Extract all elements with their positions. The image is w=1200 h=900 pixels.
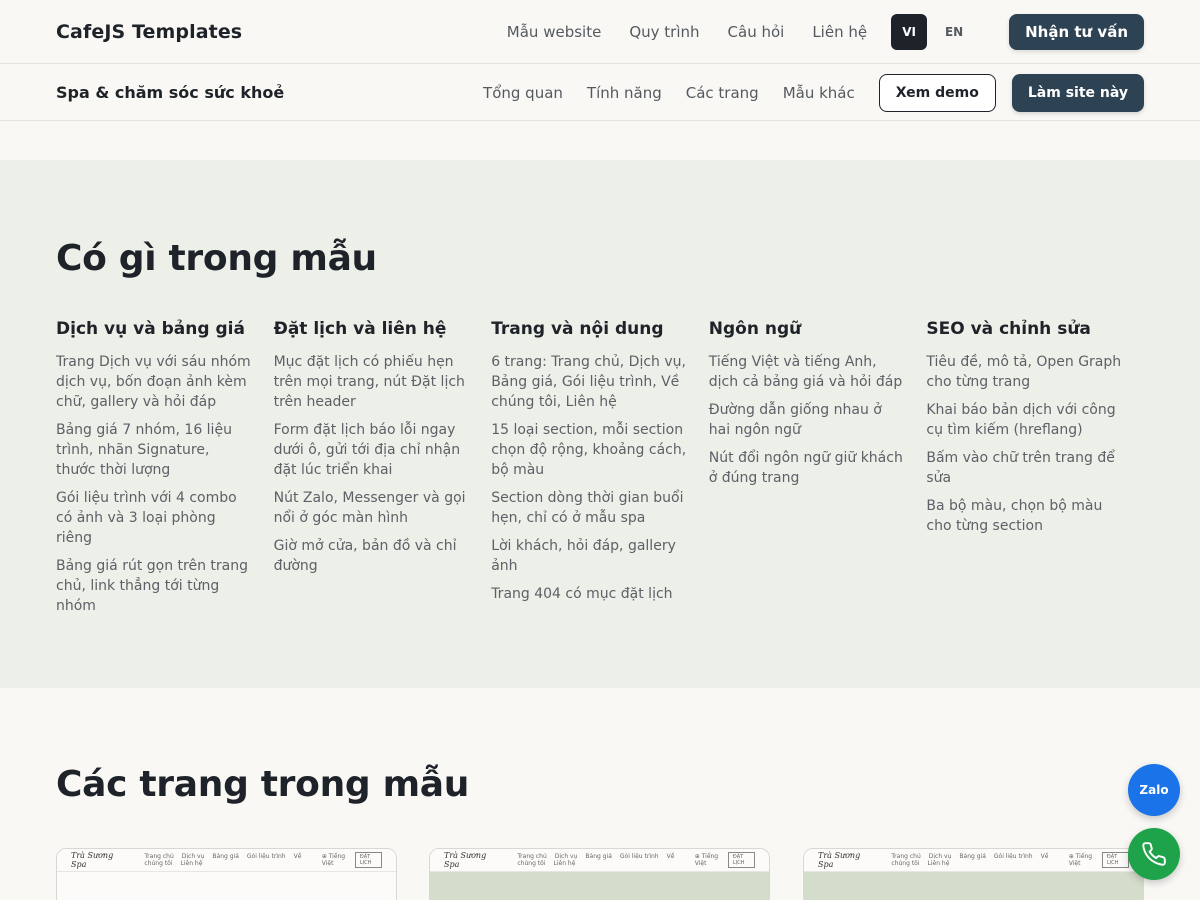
feature-item: Bấm vào chữ trên trang để sửa bbox=[926, 450, 1115, 486]
thumbnail-book-button: ĐẶT LỊCH bbox=[1101, 852, 1129, 868]
thumbnail-nav: Trang chủ Dịch vụ Bảng giá Gói liệu trình Về… bbox=[891, 853, 1068, 867]
lang-vi-button[interactable]: VI bbox=[891, 13, 928, 50]
call-float-button[interactable] bbox=[1128, 828, 1180, 880]
lang-en-button[interactable]: EN bbox=[936, 14, 972, 50]
feature-heading: Trang và nội dung bbox=[491, 319, 664, 339]
thumbnail-nav-item: Gói liệu trình bbox=[619, 853, 659, 860]
thumbnail-nav-item: Bảng giá bbox=[959, 853, 986, 860]
subnav-other-templates[interactable]: Mẫu khác bbox=[783, 84, 855, 102]
main-nav: Mẫu website Quy trình Câu hỏi Liên hệ bbox=[507, 23, 867, 41]
view-demo-button[interactable]: Xem demo bbox=[878, 73, 996, 112]
feature-item: Trang 404 có mục đặt lịch bbox=[491, 586, 673, 602]
feature-item: Nút Zalo, Messenger và gọi nổi ở góc màn… bbox=[273, 490, 466, 526]
feature-item: Mục đặt lịch có phiếu hẹn trên mọi trang… bbox=[273, 354, 465, 410]
feature-item: Trang Dịch vụ với sáu nhóm dịch vụ, bốn … bbox=[56, 354, 251, 410]
thumbnail-logo: Trà Sương Spa bbox=[71, 851, 114, 869]
feature-column-booking: Đặt lịch và liên hệ Mục đặt lịch có phiế… bbox=[274, 319, 492, 624]
feature-item: Form đặt lịch báo lỗi ngay dưới ô, gửi t… bbox=[273, 422, 461, 478]
nav-link-process[interactable]: Quy trình bbox=[629, 23, 699, 41]
features-columns: Dịch vụ và bảng giá Trang Dịch vụ với sá… bbox=[56, 319, 1144, 624]
thumbnail-nav-item: Bảng giá bbox=[212, 853, 239, 860]
page-thumbnail-services[interactable]: Trà Sương Spa Trang chủ Dịch vụ Bảng giá Gó… bbox=[429, 848, 770, 900]
brand-logo[interactable]: CafeJS Templates bbox=[56, 21, 242, 43]
feature-item: Ba bộ màu, chọn bộ màu cho từng section bbox=[926, 498, 1103, 534]
subnav-overview[interactable]: Tổng quan bbox=[483, 84, 563, 102]
thumbnail-logo: Trà Sương Spa bbox=[444, 851, 487, 869]
thumbnail-body bbox=[430, 872, 769, 900]
feature-item: Gói liệu trình với 4 combo có ảnh và 3 l… bbox=[56, 490, 237, 546]
thumbnail-nav: Trang chủ Dịch vụ Bảng giá Gói liệu trình Về… bbox=[517, 853, 694, 867]
feature-column-language: Ngôn ngữ Tiếng Việt và tiếng Anh, dịch c… bbox=[709, 319, 927, 624]
features-title: Có gì trong mẫu bbox=[56, 238, 377, 279]
feature-item: 6 trang: Trang chủ, Dịch vụ, Bảng giá, G… bbox=[491, 354, 686, 410]
feature-item: Bảng giá rút gọn trên trang chủ, link th… bbox=[56, 558, 249, 614]
feature-item: Nút đổi ngôn ngữ giữ khách ở đúng trang bbox=[708, 450, 903, 486]
feature-item: Tiếng Việt và tiếng Anh, dịch cả bảng gi… bbox=[708, 354, 903, 390]
thumbnail-lang: ⊕ Tiếng Việt bbox=[321, 853, 346, 867]
thumbnail-nav-item: Dịch vụ bbox=[181, 853, 205, 860]
thumbnail-nav-item: Liên hệ bbox=[180, 860, 203, 867]
thumbnail-book-button: ĐẶT LỊCH bbox=[727, 852, 755, 868]
thumbnail-header: Trà Sương Spa Trang chủ Dịch vụ Bảng giá Gó… bbox=[804, 849, 1143, 872]
subnav-pages[interactable]: Các trang bbox=[686, 84, 759, 102]
subnav-links: Tổng quan Tính năng Các trang Mẫu khác X… bbox=[483, 73, 1144, 112]
feature-heading: Dịch vụ và bảng giá bbox=[56, 319, 245, 339]
thumbnail-actions: ⊕ Tiếng Việt ĐẶT LỊCH bbox=[695, 852, 755, 868]
thumbnail-nav-item: Liên hệ bbox=[553, 860, 576, 867]
thumbnail-book-button: ĐẶT LỊCH bbox=[354, 852, 382, 868]
thumbnail-logo: Trà Sương Spa bbox=[818, 851, 861, 869]
page-thumbnail-home[interactable]: Trà Sương Spa Trang chủ Dịch vụ Bảng giá Gó… bbox=[56, 848, 397, 900]
zalo-float-button[interactable]: Zalo bbox=[1128, 764, 1180, 816]
nav-link-contact[interactable]: Liên hệ bbox=[812, 23, 867, 41]
thumbnail-nav-item: Trang chủ bbox=[517, 853, 547, 860]
thumbnail-nav-item: Bảng giá bbox=[585, 853, 612, 860]
feature-heading: SEO và chỉnh sửa bbox=[926, 319, 1091, 339]
thumbnail-nav-item: Trang chủ bbox=[891, 853, 921, 860]
thumbnail-body bbox=[804, 872, 1143, 900]
consult-button[interactable]: Nhận tư vấn bbox=[1009, 13, 1144, 50]
feature-column-pages: Trang và nội dung 6 trang: Trang chủ, Dị… bbox=[491, 319, 709, 624]
build-site-button[interactable]: Làm site này bbox=[1011, 73, 1144, 112]
thumbnail-body bbox=[57, 872, 396, 900]
feature-item: Lời khách, hỏi đáp, gallery ảnh bbox=[491, 538, 676, 574]
thumbnail-actions: ⊕ Tiếng Việt ĐẶT LỊCH bbox=[322, 852, 382, 868]
thumbnail-nav-item: Gói liệu trình bbox=[993, 853, 1033, 860]
pages-section-title: Các trang trong mẫu bbox=[56, 764, 470, 805]
features-section: Có gì trong mẫu Dịch vụ và bảng giá Tran… bbox=[0, 160, 1200, 688]
template-title: Spa & chăm sóc sức khoẻ bbox=[56, 83, 285, 102]
page-thumbnail-pricing[interactable]: Trà Sương Spa Trang chủ Dịch vụ Bảng giá Gó… bbox=[803, 848, 1144, 900]
subnav-features[interactable]: Tính năng bbox=[587, 84, 662, 102]
phone-icon bbox=[1142, 842, 1166, 866]
feature-item: Giờ mở cửa, bản đồ và chỉ đường bbox=[273, 538, 457, 574]
thumbnail-nav: Trang chủ Dịch vụ Bảng giá Gói liệu trình Về… bbox=[144, 853, 321, 867]
feature-column-seo: SEO và chỉnh sửa Tiêu đề, mô tả, Open Gr… bbox=[926, 319, 1144, 624]
template-subnav: Spa & chăm sóc sức khoẻ Tổng quan Tính n… bbox=[0, 65, 1200, 121]
feature-item: Khai báo bản dịch với công cụ tìm kiếm (… bbox=[926, 402, 1116, 438]
feature-item: Đường dẫn giống nhau ở hai ngôn ngữ bbox=[708, 402, 882, 438]
thumbnail-lang: ⊕ Tiếng Việt bbox=[694, 853, 719, 867]
feature-item: 15 loại section, mỗi section chọn độ rộn… bbox=[491, 422, 687, 478]
feature-heading: Đặt lịch và liên hệ bbox=[273, 319, 447, 339]
feature-item: Tiêu đề, mô tả, Open Graph cho từng tran… bbox=[926, 354, 1122, 390]
feature-heading: Ngôn ngữ bbox=[708, 319, 802, 339]
thumbnail-actions: ⊕ Tiếng Việt ĐẶT LỊCH bbox=[1069, 852, 1129, 868]
top-navbar: CafeJS Templates Mẫu website Quy trình C… bbox=[0, 0, 1200, 64]
thumbnail-nav-item: Dịch vụ bbox=[928, 853, 952, 860]
thumbnail-header: Trà Sương Spa Trang chủ Dịch vụ Bảng giá Gó… bbox=[430, 849, 769, 872]
thumbnail-nav-item: Liên hệ bbox=[927, 860, 950, 867]
nav-link-faq[interactable]: Câu hỏi bbox=[728, 23, 785, 41]
feature-item: Section dòng thời gian buổi hẹn, chỉ có … bbox=[491, 490, 684, 526]
nav-link-templates[interactable]: Mẫu website bbox=[507, 23, 602, 41]
feature-item: Bảng giá 7 nhóm, 16 liệu trình, nhãn Sig… bbox=[56, 422, 232, 478]
thumbnail-nav-item: Trang chủ bbox=[144, 853, 174, 860]
thumbnail-header: Trà Sương Spa Trang chủ Dịch vụ Bảng giá Gó… bbox=[57, 849, 396, 872]
thumbnail-nav-item: Dịch vụ bbox=[554, 853, 578, 860]
thumbnail-lang: ⊕ Tiếng Việt bbox=[1068, 853, 1093, 867]
thumbnail-nav-item: Gói liệu trình bbox=[246, 853, 286, 860]
feature-column-services: Dịch vụ và bảng giá Trang Dịch vụ với sá… bbox=[56, 319, 274, 624]
language-switcher: VI EN bbox=[891, 13, 972, 50]
